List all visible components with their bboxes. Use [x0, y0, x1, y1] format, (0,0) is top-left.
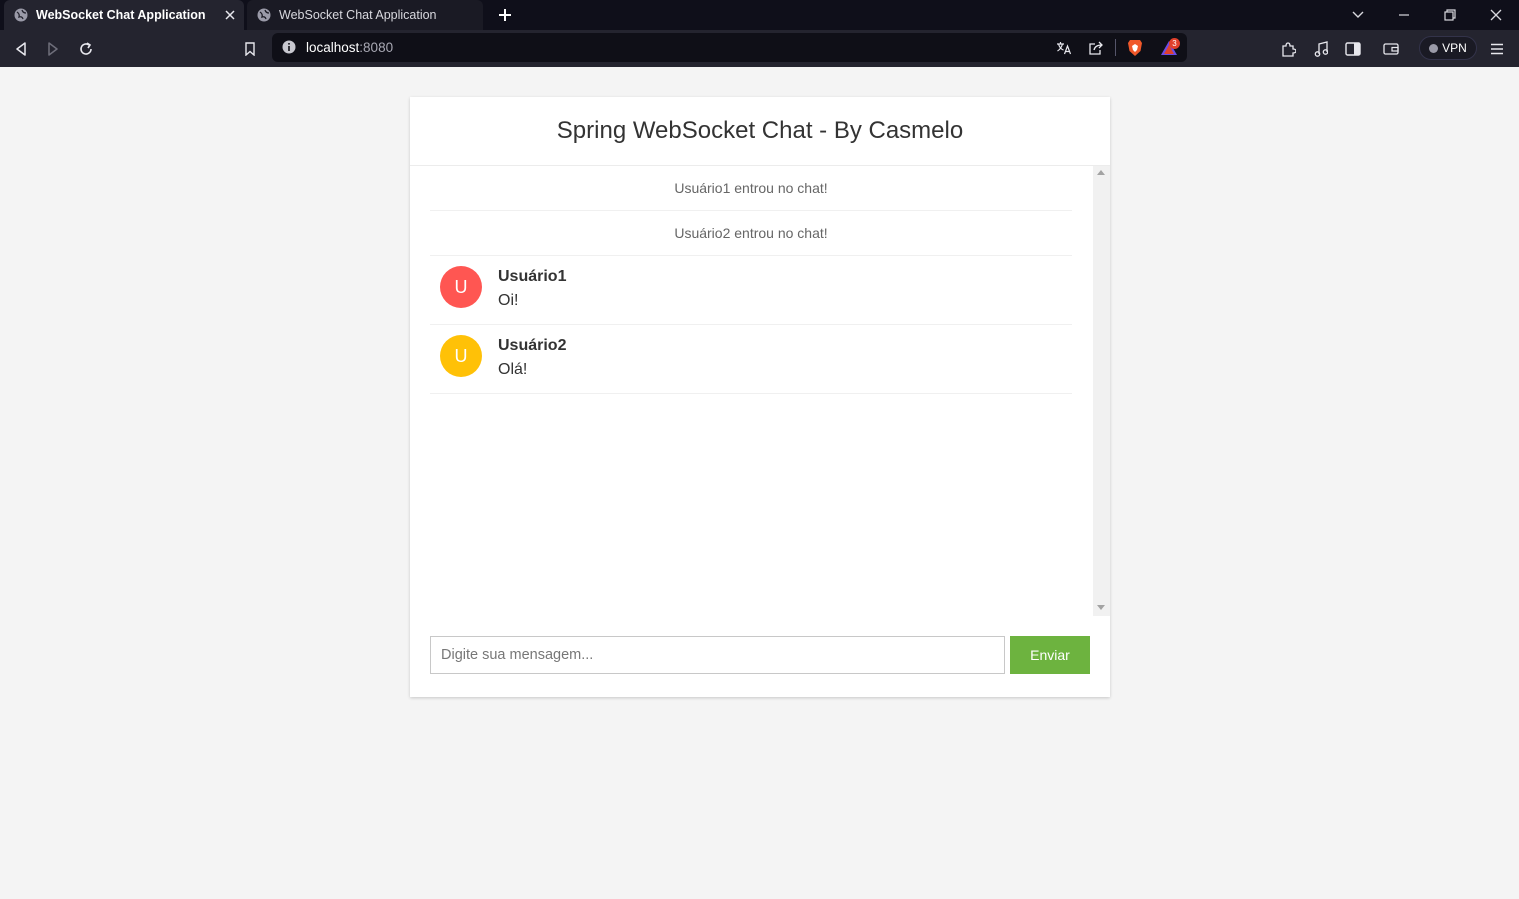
scroll-up-arrow-icon[interactable]: [1097, 170, 1105, 175]
extensions-icon[interactable]: [1277, 38, 1299, 60]
tab-title: WebSocket Chat Application: [279, 8, 437, 22]
restore-icon[interactable]: [1438, 4, 1462, 26]
message-form: Enviar: [430, 636, 1090, 674]
back-icon[interactable]: [10, 38, 32, 60]
chat-header: Spring WebSocket Chat - By Casmelo: [410, 97, 1110, 166]
close-icon[interactable]: [1484, 4, 1508, 26]
share-icon[interactable]: [1085, 37, 1107, 59]
tab-title: WebSocket Chat Application: [36, 8, 206, 22]
divider: [1115, 39, 1116, 56]
url-host: localhost: [306, 40, 360, 55]
wallet-icon[interactable]: [1380, 38, 1402, 60]
scroll-down-arrow-icon[interactable]: [1097, 605, 1105, 610]
message-text: Oi!: [498, 292, 519, 309]
vpn-button[interactable]: VPN: [1419, 36, 1477, 60]
brave-shields-icon[interactable]: [1124, 37, 1146, 59]
forward-icon[interactable]: [42, 38, 64, 60]
event-text: Usuário1 entrou no chat!: [674, 180, 828, 196]
message-sender: Usuário2: [498, 337, 567, 354]
message-list: Usuário1 entrou no chat! Usuário2 entrou…: [430, 166, 1072, 394]
minimize-icon[interactable]: [1392, 4, 1416, 26]
bookmark-icon[interactable]: [239, 38, 261, 60]
url-port: :8080: [359, 40, 394, 55]
address-bar[interactable]: localhost:8080 3: [272, 33, 1187, 62]
url-text: localhost:8080: [306, 40, 393, 55]
globe-icon: [257, 8, 271, 22]
reload-icon[interactable]: [75, 38, 97, 60]
message-area[interactable]: Usuário1 entrou no chat! Usuário2 entrou…: [410, 166, 1110, 616]
event-message: Usuário2 entrou no chat!: [430, 211, 1072, 256]
translate-icon[interactable]: [1053, 37, 1075, 59]
avatar: U: [440, 266, 482, 308]
event-text: Usuário2 entrou no chat!: [674, 225, 828, 241]
message-sender: Usuário1: [498, 268, 567, 285]
plus-icon[interactable]: [495, 5, 515, 25]
chat-message: U Usuário2 Olá!: [430, 325, 1072, 394]
event-message: Usuário1 entrou no chat!: [430, 166, 1072, 211]
menu-icon[interactable]: [1486, 38, 1508, 60]
rewards-badge: 3: [1169, 38, 1180, 49]
tab-active[interactable]: WebSocket Chat Application: [4, 0, 244, 30]
sidebar-icon[interactable]: [1342, 38, 1364, 60]
tab-inactive[interactable]: WebSocket Chat Application: [247, 0, 483, 30]
scrollbar[interactable]: [1093, 166, 1110, 616]
vpn-label: VPN: [1442, 41, 1467, 55]
chat-container: Spring WebSocket Chat - By Casmelo Usuár…: [410, 97, 1110, 697]
chevron-down-icon[interactable]: [1346, 4, 1370, 26]
page-title: Spring WebSocket Chat - By Casmelo: [556, 117, 964, 144]
globe-icon: [14, 8, 28, 22]
chat-message: U Usuário1 Oi!: [430, 256, 1072, 325]
message-text: Olá!: [498, 361, 528, 378]
message-input[interactable]: [430, 636, 1005, 674]
avatar: U: [440, 335, 482, 377]
browser-toolbar: localhost:8080 3 VPN: [0, 30, 1519, 67]
vpn-status-icon: [1429, 43, 1439, 53]
send-button[interactable]: Enviar: [1010, 636, 1090, 674]
info-icon[interactable]: [282, 40, 296, 54]
tab-strip: WebSocket Chat Application WebSocket Cha…: [0, 0, 1519, 30]
close-icon[interactable]: [220, 5, 240, 25]
music-icon[interactable]: [1310, 38, 1332, 60]
